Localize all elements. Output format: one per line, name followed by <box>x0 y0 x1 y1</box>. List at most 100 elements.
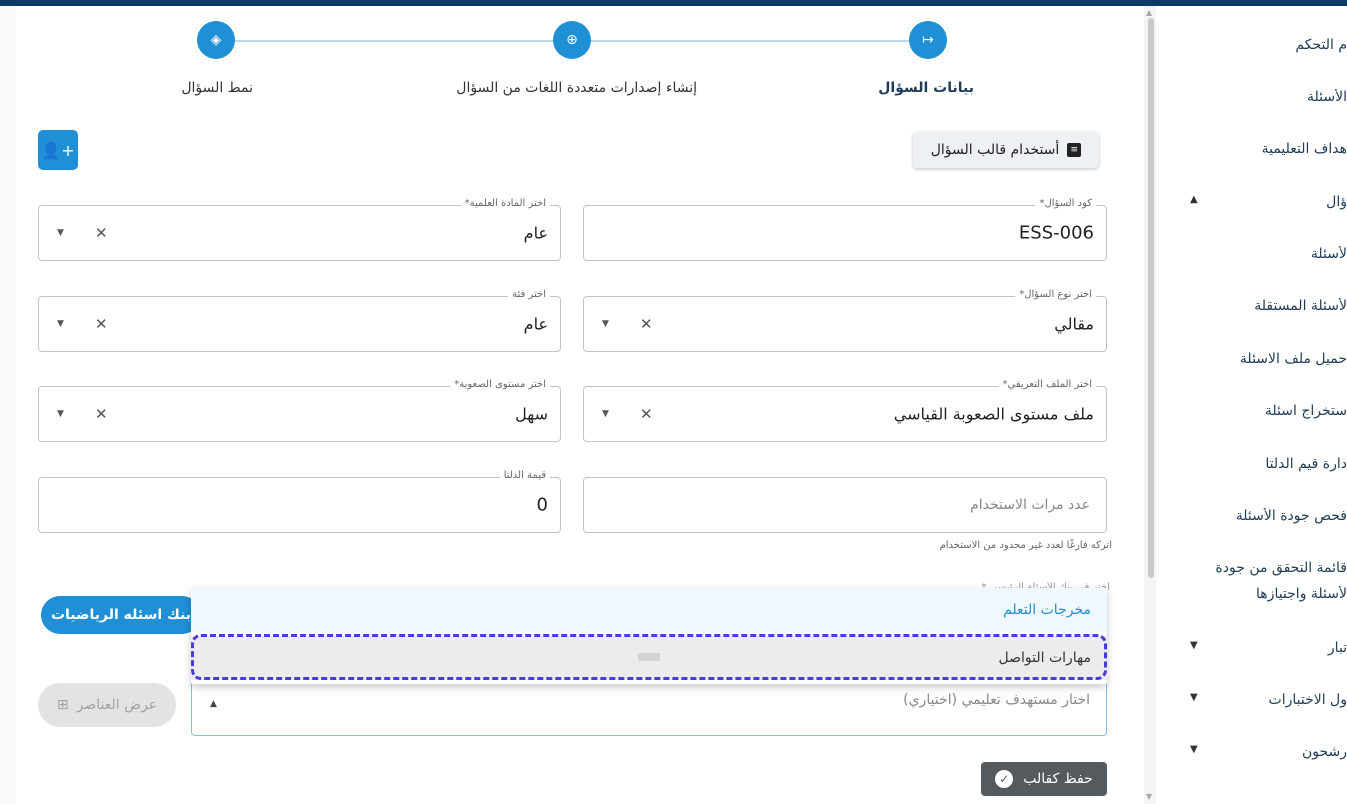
sidebar-item-label: لأسئلة واجتيازها <box>1256 586 1347 602</box>
question-type-value: مقالي <box>1054 314 1094 334</box>
arrow-right-to-bar-icon: ↦ <box>922 32 934 48</box>
subject-value: عام <box>523 223 548 243</box>
math-bank-button[interactable]: بنك اسئله الرياضيات <box>41 596 201 634</box>
menu-option-learning-outcomes[interactable]: مخرجات التعلم <box>191 588 1107 632</box>
sidebar-item-label: ؤال <box>1326 194 1347 210</box>
question-code-label: كود السؤال* <box>1035 198 1096 209</box>
globe-icon: ⊕ <box>566 32 578 48</box>
show-elements-label: عرض العناصر <box>76 697 158 713</box>
sidebar-item-extract[interactable]: ستخراج اسئلة <box>1170 403 1347 419</box>
learning-target-placeholder: اختار مستهدف تعليمي (اختياري) <box>903 692 1090 708</box>
sidebar-item-label: لأسئلة <box>1310 246 1347 262</box>
sidebar-item-label: م التحكم <box>1295 37 1347 53</box>
usage-helper-text: اتركه فارغًا لعدد غير محدود من الاستخدام <box>939 540 1112 551</box>
category-select[interactable]: اختر فئة عام ✕ ▼ <box>38 289 561 352</box>
chevron-down-icon: ▼ <box>1190 692 1198 703</box>
sidebar-item-checklist-2[interactable]: لأسئلة واجتيازها <box>1170 586 1347 602</box>
highlight-focus-ring <box>191 634 1107 680</box>
question-code-value: ESS-006 <box>1018 222 1094 244</box>
sidebar-item-question-list[interactable]: لأسئلة <box>1170 246 1347 262</box>
sidebar-item-delta[interactable]: دارة قيم الدلتا <box>1170 456 1347 472</box>
profile-value: ملف مستوى الصعوبة القياسي <box>893 404 1094 424</box>
add-user-button[interactable]: 👤+ <box>38 130 78 170</box>
sidebar-item-exam-schedule[interactable]: ول الاختبارات ▼ <box>1170 692 1347 708</box>
subject-select[interactable]: اختر المادة العلمية* عام ✕ ▼ <box>38 198 561 261</box>
sidebar-item-question-group[interactable]: ؤال ▲ <box>1170 194 1347 210</box>
sidebar-item-candidates[interactable]: رشحون ▼ <box>1170 744 1347 760</box>
menu-option-label: مخرجات التعلم <box>1003 602 1091 618</box>
sidebar-item-label: حميل ملف الاسئلة <box>1239 351 1347 367</box>
scroll-up-icon[interactable]: ▲ <box>1146 8 1152 17</box>
step-2-label[interactable]: إنشاء إصدارات متعددة اللغات من السؤال <box>456 80 697 96</box>
step-3-dot[interactable]: ◈ <box>197 21 235 59</box>
layers-icon: ◈ <box>210 32 222 48</box>
sidebar-item-label: تبار <box>1327 640 1347 656</box>
profile-label: اختر الملف التعريفي* <box>998 379 1096 390</box>
chevron-down-icon: ▼ <box>1190 744 1198 755</box>
chevron-up-icon[interactable]: ▲ <box>210 699 217 709</box>
delta-value: 0 <box>536 494 548 516</box>
sidebar-item-objectives[interactable]: هداف التعليمية <box>1170 141 1347 157</box>
step-connector <box>590 40 910 42</box>
step-2-dot[interactable]: ⊕ <box>553 21 591 59</box>
sidebar-item-label: لأسئلة المستقلة <box>1254 298 1347 314</box>
sidebar-item-dashboard[interactable]: م التحكم <box>1170 37 1347 53</box>
step-1-label[interactable]: بيانات السؤال <box>878 80 974 96</box>
clear-icon[interactable]: ✕ <box>95 315 108 333</box>
left-gutter <box>0 6 16 804</box>
step-1-dot[interactable]: ↦ <box>909 21 947 59</box>
sidebar-item-questions[interactable]: الأسئلة <box>1170 89 1347 105</box>
sidebar-item-label: قائمة التحقق من جودة <box>1215 560 1347 576</box>
difficulty-select[interactable]: اختر مستوى الصعوبة* سهل ✕ ▼ <box>38 379 561 442</box>
check-circle-icon: ✓ <box>995 770 1014 788</box>
chevron-down-icon[interactable]: ▼ <box>602 319 609 329</box>
template-icon: ≡ <box>1067 143 1082 157</box>
delta-value-input[interactable]: قيمة الدلتا 0 <box>38 470 561 533</box>
clear-icon[interactable]: ✕ <box>95 224 108 242</box>
sidebar-item-label: فحص جودة الأسئلة <box>1235 508 1347 524</box>
clear-icon[interactable]: ✕ <box>95 405 108 423</box>
chevron-down-icon[interactable]: ▼ <box>57 228 64 238</box>
learning-target-select[interactable]: اختار مستهدف تعليمي (اختياري) ▲ <box>191 676 1107 736</box>
sidebar-item-exam[interactable]: تبار ▼ <box>1170 640 1347 656</box>
step-connector <box>234 40 556 42</box>
usage-count-placeholder: عدد مرات الاستخدام <box>970 497 1090 513</box>
use-template-button[interactable]: ≡ أستخدام قالب السؤال <box>913 132 1099 168</box>
chevron-down-icon[interactable]: ▼ <box>57 409 64 419</box>
scrollbar-thumb[interactable] <box>1148 18 1154 578</box>
sidebar-item-independent[interactable]: لأسئلة المستقلة <box>1170 298 1347 314</box>
chevron-up-icon: ▲ <box>1190 194 1198 205</box>
sidebar-item-label: الأسئلة <box>1307 89 1347 105</box>
save-as-template-label: حفظ كقالب <box>1023 771 1093 787</box>
question-type-select[interactable]: اختر نوع السؤال* مقالي ✕ ▼ <box>583 289 1107 352</box>
tree-icon: ⊞ <box>56 697 69 713</box>
add-user-icon: 👤+ <box>41 140 75 160</box>
show-elements-button[interactable]: عرض العناصر ⊞ <box>38 683 176 727</box>
math-bank-label: بنك اسئله الرياضيات <box>50 607 192 623</box>
subject-label: اختر المادة العلمية* <box>460 198 550 209</box>
chevron-down-icon: ▼ <box>1190 640 1198 651</box>
question-code-field[interactable]: كود السؤال* ESS-006 <box>583 198 1107 261</box>
step-3-label[interactable]: نمط السؤال <box>181 80 253 96</box>
save-as-template-button[interactable]: حفظ كقالب ✓ <box>981 762 1107 796</box>
sidebar-item-label: هداف التعليمية <box>1261 141 1347 157</box>
sidebar-item-label: رشحون <box>1301 744 1347 760</box>
difficulty-value: سهل <box>515 404 548 424</box>
chevron-down-icon[interactable]: ▼ <box>602 409 609 419</box>
sidebar: م التحكم الأسئلة هداف التعليمية ؤال ▲ لأس… <box>1160 6 1347 804</box>
use-template-label: أستخدام قالب السؤال <box>930 142 1060 158</box>
clear-icon[interactable]: ✕ <box>640 315 653 333</box>
usage-count-input[interactable]: عدد مرات الاستخدام <box>583 477 1107 533</box>
profile-select[interactable]: اختر الملف التعريفي* ملف مستوى الصعوبة ا… <box>583 379 1107 442</box>
category-value: عام <box>523 314 548 334</box>
question-type-label: اختر نوع السؤال* <box>1015 289 1096 300</box>
sidebar-item-checklist[interactable]: قائمة التحقق من جودة <box>1170 560 1347 576</box>
chevron-down-icon[interactable]: ▼ <box>57 319 64 329</box>
sidebar-item-upload[interactable]: حميل ملف الاسئلة <box>1170 351 1347 367</box>
sidebar-item-quality[interactable]: فحص جودة الأسئلة <box>1170 508 1347 524</box>
scroll-down-icon[interactable]: ▼ <box>1146 792 1152 801</box>
delta-label: قيمة الدلتا <box>499 470 550 481</box>
sidebar-item-label: ول الاختبارات <box>1268 692 1347 708</box>
clear-icon[interactable]: ✕ <box>640 405 653 423</box>
sidebar-item-label: ستخراج اسئلة <box>1264 403 1347 419</box>
